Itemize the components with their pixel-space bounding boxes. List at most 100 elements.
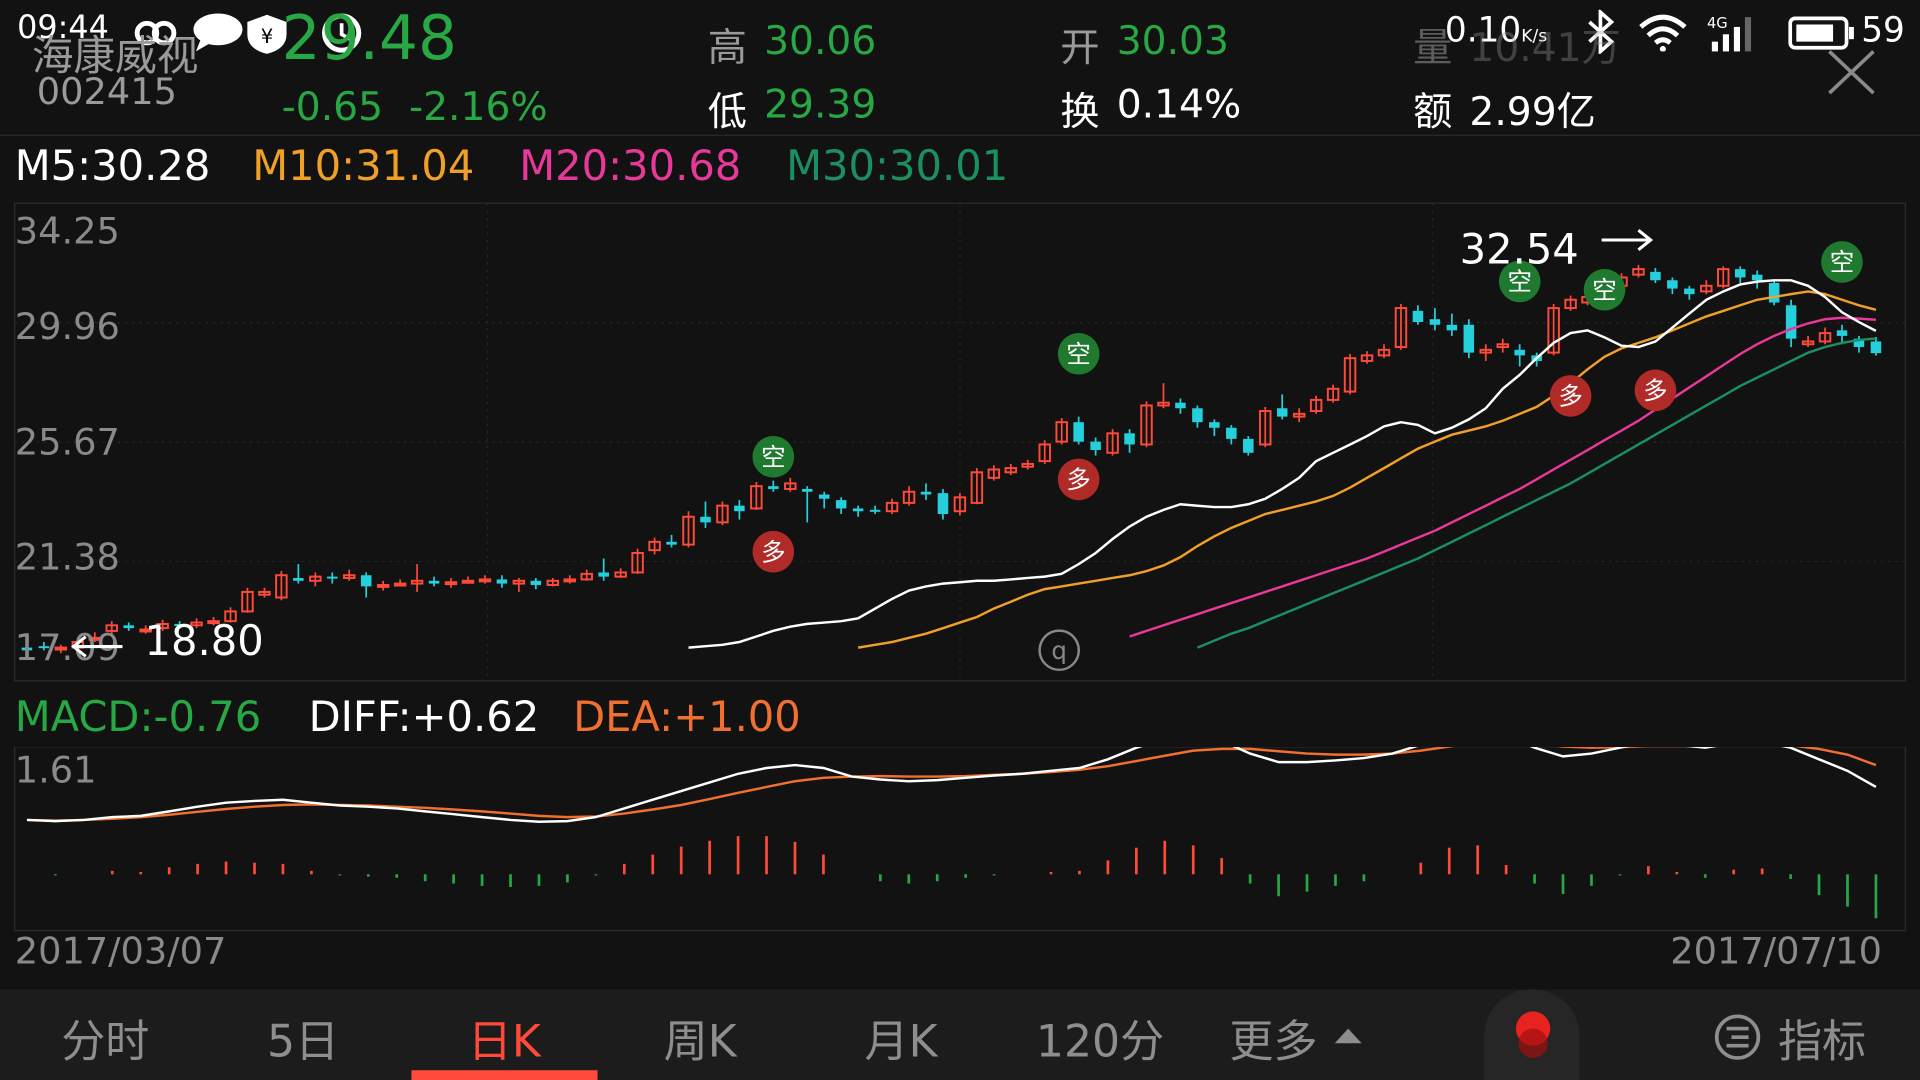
signal-label: 多 bbox=[1558, 381, 1582, 410]
record-icon bbox=[1515, 1011, 1551, 1058]
header-divider bbox=[0, 134, 1920, 136]
candle-down bbox=[1650, 271, 1661, 281]
candle-down bbox=[1276, 408, 1288, 417]
signal-label: 空 bbox=[1592, 275, 1616, 304]
open-label: 开 bbox=[1060, 24, 1100, 72]
candle-down bbox=[123, 625, 134, 629]
macd-frame bbox=[14, 746, 1906, 932]
candle-down bbox=[428, 580, 440, 584]
candle-down bbox=[1870, 341, 1882, 354]
candle-down bbox=[293, 578, 304, 581]
candle-up bbox=[478, 578, 492, 583]
candle-down bbox=[1734, 269, 1746, 278]
candle-down bbox=[1192, 408, 1203, 423]
tab-daily-k[interactable]: 日K bbox=[468, 1007, 541, 1071]
caret-up-icon bbox=[1334, 1028, 1362, 1044]
signal-label: 多 bbox=[761, 537, 785, 566]
candle-down bbox=[734, 505, 745, 512]
candle-down bbox=[1243, 438, 1254, 453]
tab-120min[interactable]: 120分 bbox=[1036, 1007, 1164, 1071]
ma20-legend: M20:30.68 bbox=[519, 142, 742, 192]
wifi-icon bbox=[1639, 14, 1687, 52]
arrow-right-icon bbox=[1601, 229, 1654, 251]
tab-weekly-k[interactable]: 周K bbox=[664, 1007, 737, 1071]
candle-up bbox=[461, 579, 475, 584]
tab-intraday[interactable]: 分时 bbox=[61, 1007, 149, 1071]
ma30-line bbox=[1196, 337, 1877, 649]
candle-down bbox=[801, 488, 813, 492]
chat-bubble-icon bbox=[193, 13, 243, 52]
indicator-icon bbox=[1714, 1014, 1761, 1060]
price-change-pct: -2.16% bbox=[408, 83, 548, 130]
tab-5day[interactable]: 5日 bbox=[267, 1007, 339, 1071]
sell-signal-marker: 空 bbox=[1057, 333, 1100, 375]
tab-monthly-k[interactable]: 月K bbox=[864, 1007, 937, 1071]
sell-signal-marker: 空 bbox=[752, 435, 795, 478]
candle-down bbox=[1836, 330, 1848, 336]
candle-down bbox=[768, 486, 779, 489]
volume-label: 量 bbox=[1413, 24, 1453, 72]
indicator-button[interactable]: 指标 bbox=[1778, 1007, 1866, 1071]
q-info-icon[interactable]: q bbox=[1036, 627, 1083, 674]
candle-down bbox=[1768, 283, 1780, 303]
candle-down bbox=[920, 491, 932, 495]
signal-label: 空 bbox=[1830, 248, 1854, 277]
candle-down bbox=[1684, 288, 1695, 295]
svg-text:q: q bbox=[1051, 636, 1067, 665]
signal-label: 空 bbox=[761, 442, 785, 471]
ma20-line bbox=[1129, 316, 1877, 638]
buy-signal-marker: 多 bbox=[1549, 375, 1592, 417]
ma5-line bbox=[688, 279, 1877, 649]
ma10-legend: M10:31.04 bbox=[252, 142, 475, 192]
signal-label: 多 bbox=[1643, 376, 1667, 405]
diff-legend: DIFF:+0.62 bbox=[308, 693, 540, 743]
stock-code: 002415 bbox=[36, 71, 177, 114]
candle-up bbox=[393, 582, 407, 587]
buy-signal-marker: 多 bbox=[1057, 458, 1100, 501]
diff-line bbox=[26, 746, 1877, 823]
volume-value: 10.41万 bbox=[1469, 24, 1621, 72]
y-tick-label: 21.38 bbox=[14, 536, 120, 580]
tab-more[interactable]: 更多 bbox=[1229, 1007, 1317, 1071]
signal-icon bbox=[1711, 17, 1752, 52]
signal-label: 空 bbox=[1066, 339, 1090, 368]
candle-down bbox=[1209, 422, 1220, 428]
candle-down bbox=[598, 572, 609, 577]
candle-down bbox=[1124, 433, 1135, 445]
candle-up bbox=[376, 583, 390, 588]
candle-down bbox=[1429, 319, 1441, 325]
kline-chart[interactable]: 空多空多空 空多 多空 bbox=[0, 196, 1920, 691]
candle-down bbox=[937, 493, 949, 515]
buy-signal-marker: 多 bbox=[1634, 369, 1677, 412]
high-label: 高 bbox=[707, 24, 747, 72]
candle-down bbox=[1412, 310, 1424, 322]
buy-signal-marker: 多 bbox=[752, 530, 795, 573]
macd-y-top-label: 1.61 bbox=[14, 749, 97, 793]
amount-label: 额 bbox=[1413, 88, 1453, 135]
candle-up bbox=[444, 581, 458, 586]
ma5-legend: M5:30.28 bbox=[14, 142, 211, 192]
open-value: 30.03 bbox=[1116, 17, 1229, 64]
dea-line bbox=[26, 746, 1877, 822]
candle-down bbox=[1090, 441, 1101, 451]
candle-down bbox=[666, 541, 677, 545]
candle-up bbox=[563, 578, 577, 583]
candle-down bbox=[1175, 402, 1186, 409]
min-price-label: 18.80 bbox=[144, 617, 264, 667]
candle-down bbox=[1226, 427, 1237, 439]
close-icon[interactable] bbox=[1822, 47, 1881, 98]
y-tick-label: 34.25 bbox=[14, 210, 120, 254]
x-start-date: 2017/03/07 bbox=[14, 930, 227, 974]
candle-down bbox=[530, 580, 542, 585]
sell-signal-marker: 空 bbox=[1821, 241, 1863, 283]
svg-text:¥: ¥ bbox=[261, 25, 273, 48]
candle-down bbox=[1446, 324, 1458, 331]
last-price: 29.48 bbox=[281, 2, 457, 74]
macd-chart[interactable] bbox=[0, 746, 1920, 933]
candle-down bbox=[852, 508, 864, 512]
turnover-label: 换 bbox=[1060, 88, 1100, 135]
macd-legend: MACD:-0.76 bbox=[14, 693, 262, 743]
candle-down bbox=[360, 575, 372, 587]
battery-level: 59 bbox=[1861, 9, 1905, 51]
candle-down bbox=[327, 576, 338, 579]
